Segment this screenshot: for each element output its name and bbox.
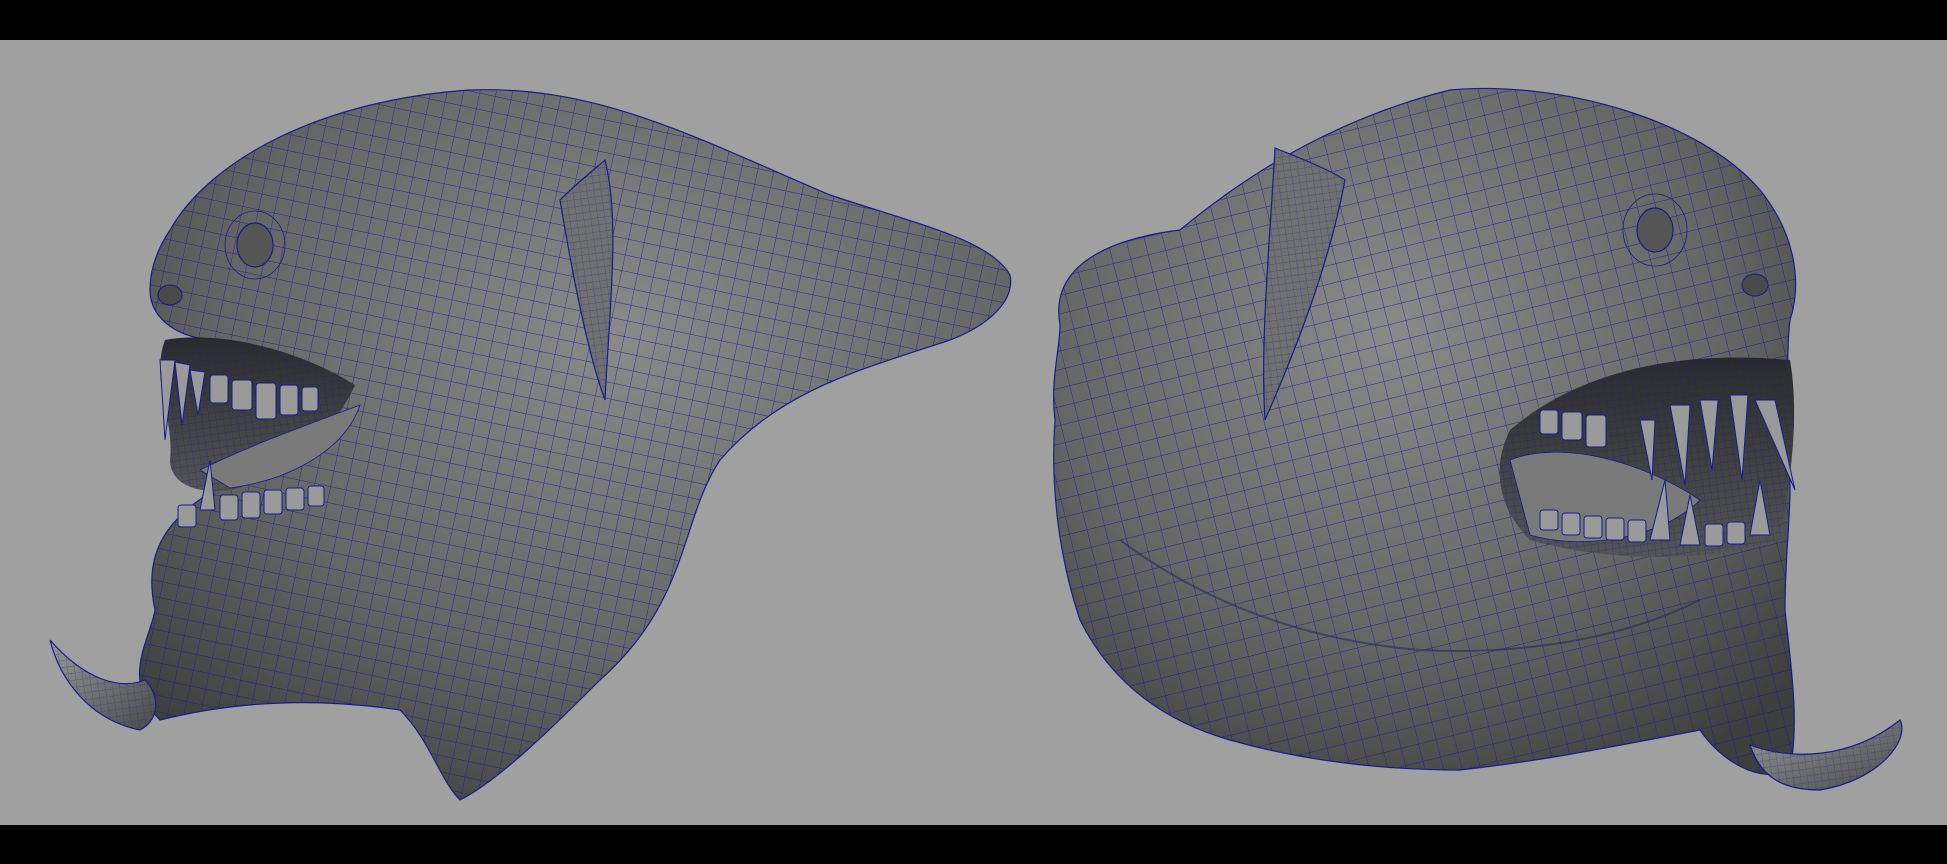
left-nostril [157,284,183,306]
letterbox-bottom [0,825,1947,864]
letterbox-top [0,0,1947,40]
3d-viewport[interactable] [0,40,1947,825]
viewport-canvas [49,87,1903,801]
left-eye [236,222,274,268]
right-eye [1636,207,1674,253]
render-frame [0,0,1947,864]
right-nostril [1741,273,1769,297]
creature-head-left[interactable] [49,89,1012,801]
creature-head-right[interactable] [1053,87,1903,791]
